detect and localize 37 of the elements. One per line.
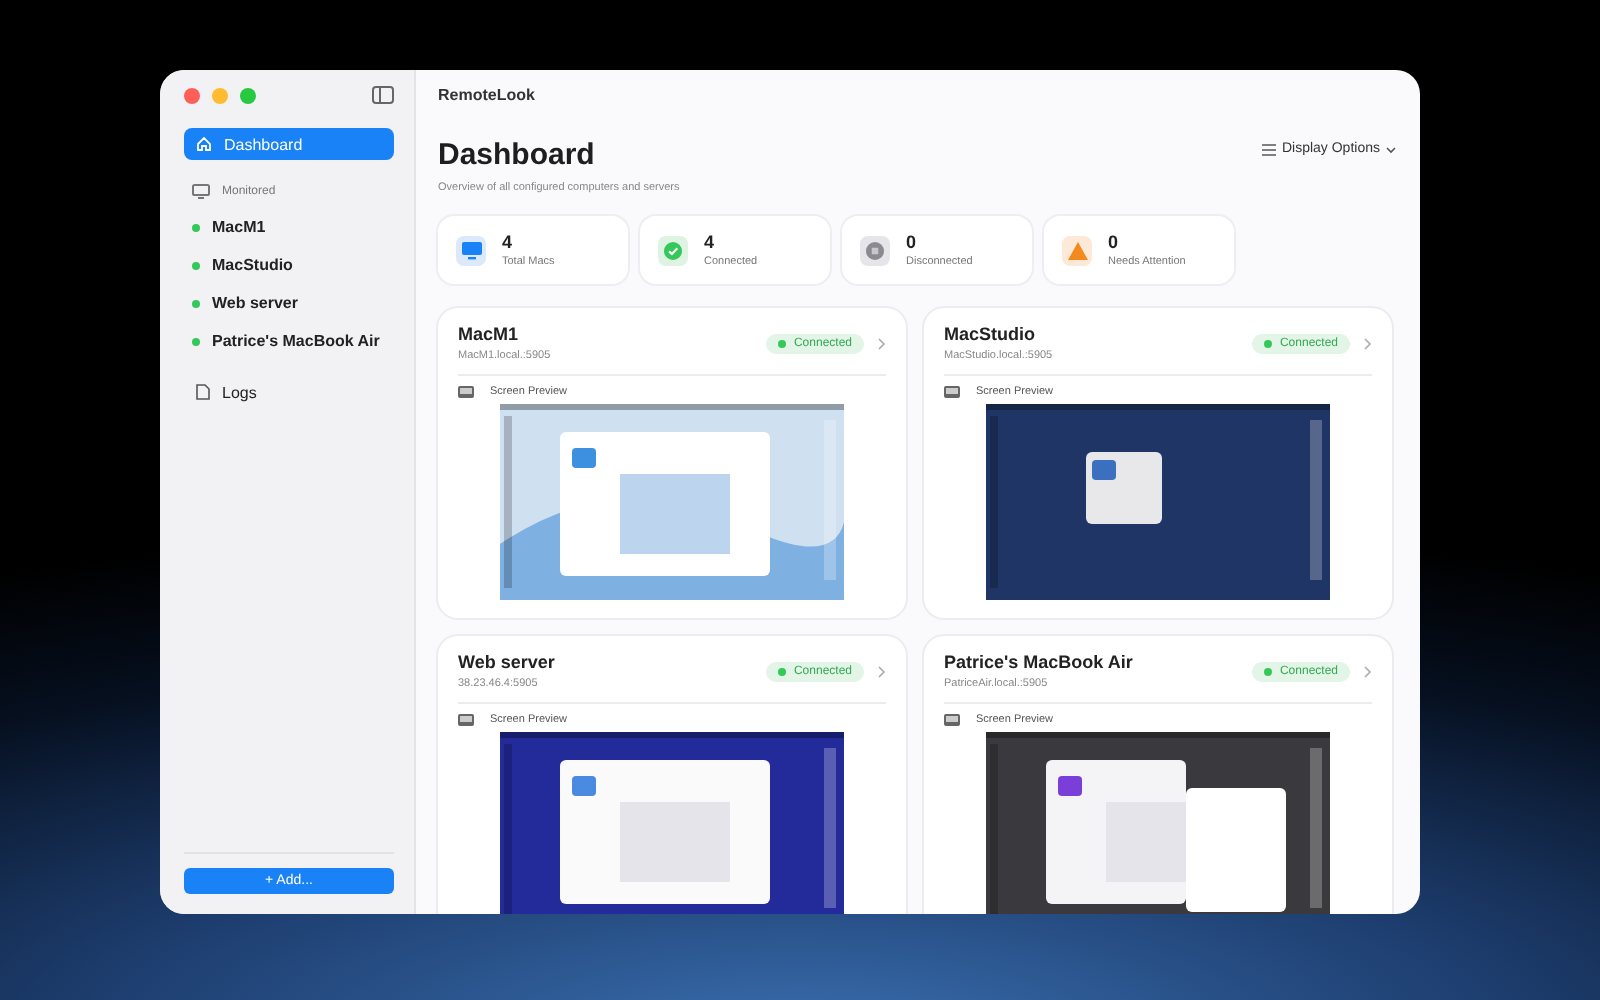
checkmark-circle-icon (664, 241, 682, 259)
chevron-right-icon[interactable] (878, 337, 886, 349)
home-icon (196, 136, 212, 152)
sidebar-toggle-icon[interactable] (372, 86, 394, 104)
stat-value: 0 (1108, 232, 1121, 252)
chevron-right-icon[interactable] (878, 665, 886, 677)
stat-value: 0 (906, 232, 919, 252)
screen-icon (944, 714, 960, 726)
machine-name: MacStudio (944, 324, 1038, 344)
screen-icon (458, 386, 474, 398)
monitor-icon (461, 241, 481, 259)
list-icon (1261, 143, 1276, 155)
monitor-icon (192, 184, 210, 200)
minimize-button[interactable] (212, 87, 228, 103)
close-button[interactable] (184, 87, 200, 103)
sidebar-item[interactable]: MacStudio (184, 246, 394, 284)
stat-value: 4 (502, 232, 515, 252)
sidebar-item[interactable]: Patrice's MacBook Air (184, 322, 394, 360)
screen-icon (458, 714, 474, 726)
sidebar-item[interactable]: Dashboard (184, 128, 394, 160)
window-title: RemoteLook (438, 86, 537, 104)
stop-circle-icon (866, 241, 884, 259)
page-title: Dashboard (438, 138, 595, 172)
machine-name: MacM1 (458, 324, 521, 344)
zoom-button[interactable] (240, 87, 256, 103)
screen-icon (944, 386, 960, 398)
chevron-right-icon[interactable] (1364, 665, 1372, 677)
document-icon (196, 384, 210, 400)
chevron-right-icon[interactable] (1364, 337, 1372, 349)
sidebar-item[interactable]: MacM1 (184, 208, 394, 246)
machine-name: Patrice's MacBook Air (944, 652, 1133, 672)
machine-name: Web server (458, 652, 555, 672)
chevron-down-icon (1386, 145, 1396, 153)
sidebar-item[interactable]: Logs (184, 376, 394, 408)
warning-triangle-icon (1067, 241, 1087, 259)
sidebar-item[interactable]: Web server (184, 284, 394, 322)
stat-value: 4 (704, 232, 717, 252)
